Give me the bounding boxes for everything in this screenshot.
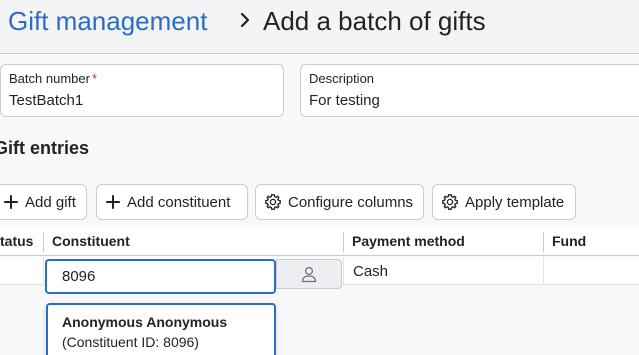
description-field[interactable]: Description For testing <box>300 64 639 117</box>
configure-columns-label: Configure columns <box>288 193 414 211</box>
description-label: Description <box>309 71 375 86</box>
table-header: tatus Constituent Payment method Fund <box>0 228 639 256</box>
batch-number-field[interactable]: Batch number * TestBatch1 <box>0 64 284 117</box>
gift-entries-title: Gift entries <box>0 138 90 158</box>
constituent-search-input[interactable]: 8096 <box>45 259 276 294</box>
apply-template-label: Apply template <box>465 193 565 211</box>
column-status[interactable]: tatus <box>0 233 33 249</box>
suggestion-detail[interactable]: (Constituent ID: 8096) <box>62 334 199 350</box>
apply-template-button[interactable]: Apply template <box>432 184 576 220</box>
configure-columns-button[interactable]: Configure columns <box>255 184 424 220</box>
cell-divider <box>43 257 44 285</box>
batch-number-value[interactable]: TestBatch1 <box>9 92 83 109</box>
suggestion-name[interactable]: Anonymous Anonymous <box>62 314 227 330</box>
payment-method-cell[interactable]: Cash <box>353 263 388 280</box>
plus-icon <box>4 195 18 209</box>
batch-number-label: Batch number * <box>9 71 97 86</box>
gear-icon <box>265 194 281 210</box>
breadcrumb-gift-management-link[interactable]: Gift management <box>8 6 207 37</box>
column-constituent[interactable]: Constituent <box>52 233 130 249</box>
add-constituent-label: Add constituent <box>127 193 231 211</box>
description-value[interactable]: For testing <box>309 92 380 109</box>
add-gift-button[interactable]: Add gift <box>0 184 87 220</box>
page-header: Gift management Add a batch of gifts <box>0 0 639 54</box>
add-constituent-button[interactable]: Add constituent <box>96 184 248 220</box>
required-marker: * <box>91 71 97 86</box>
column-divider[interactable] <box>343 232 344 252</box>
person-icon <box>301 266 317 283</box>
cell-divider <box>543 257 544 285</box>
column-payment-method[interactable]: Payment method <box>352 233 465 249</box>
constituent-lookup-button[interactable] <box>276 259 342 289</box>
cell-divider <box>343 257 344 285</box>
plus-icon <box>106 195 120 209</box>
column-divider[interactable] <box>543 232 544 252</box>
chevron-right-icon <box>240 12 250 28</box>
constituent-suggestion-dropdown[interactable]: Anonymous Anonymous (Constituent ID: 809… <box>46 303 276 355</box>
gear-icon <box>442 194 458 210</box>
column-divider[interactable] <box>43 232 44 252</box>
page-title: Add a batch of gifts <box>263 6 486 36</box>
add-gift-label: Add gift <box>25 193 76 211</box>
column-fund[interactable]: Fund <box>552 233 586 249</box>
